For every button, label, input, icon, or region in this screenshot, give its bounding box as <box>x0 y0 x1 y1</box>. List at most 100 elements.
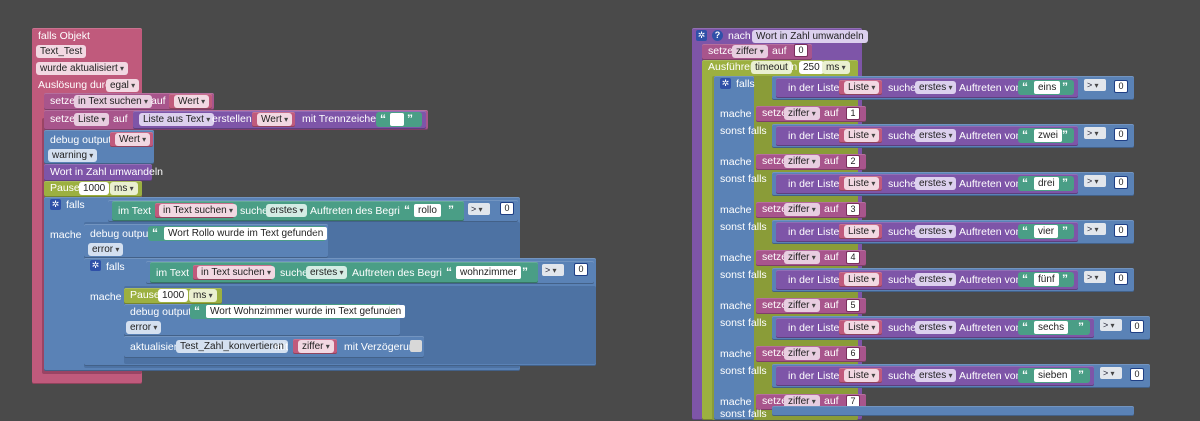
ziffer-number-value[interactable]: 2 <box>846 155 860 168</box>
ziffer-number-value[interactable]: 5 <box>846 299 860 312</box>
erstes-dropdown-r[interactable]: erstes <box>915 81 957 94</box>
msg1-string-block[interactable]: “ Wort Rollo wurde im Text gefunden ” <box>148 226 328 241</box>
word-string-block[interactable]: “ drei ” <box>1018 176 1074 191</box>
separator-string-block[interactable]: “ ” <box>376 112 422 127</box>
compare-op-dropdown-r[interactable]: > <box>1084 127 1106 139</box>
wert-dropdown[interactable]: Wert <box>174 95 210 108</box>
gear-icon[interactable]: ✲ <box>720 78 731 89</box>
erstes-dropdown-r[interactable]: erstes <box>915 273 957 286</box>
term1-value[interactable]: rollo <box>414 204 441 217</box>
target-state-field[interactable]: Test_Zahl_konvertieren <box>176 340 288 353</box>
compare-op-dropdown-r[interactable]: > <box>1084 223 1106 235</box>
timeout-unit-dropdown[interactable]: ms <box>822 61 850 74</box>
word-string-block[interactable]: “ sechs ” <box>1018 320 1090 335</box>
ziffer-number-value[interactable]: 3 <box>846 203 860 216</box>
compare-op-dropdown-r[interactable]: > <box>1100 319 1122 331</box>
word-string-block[interactable]: “ zwei ” <box>1018 128 1074 143</box>
ziffer-dropdown-r[interactable]: ziffer <box>784 155 820 168</box>
liste-dropdown[interactable]: Liste <box>844 369 880 382</box>
erstes-dropdown-r[interactable]: erstes <box>915 369 957 382</box>
var-liste-dropdown[interactable]: Liste <box>74 113 110 126</box>
ziffer-dropdown-r[interactable]: ziffer <box>784 299 820 312</box>
gear-icon[interactable]: ✲ <box>50 199 61 210</box>
function-name-field[interactable]: Wort in Zahl umwandeln <box>752 30 868 43</box>
ziffer-number-value[interactable]: 4 <box>846 251 860 264</box>
term2-value[interactable]: wohnzimmer <box>456 266 521 279</box>
level-warning-dropdown[interactable]: warning <box>48 149 98 162</box>
compare-value-0-r[interactable]: 0 <box>1114 80 1128 93</box>
ziffer-dropdown-r[interactable]: ziffer <box>784 107 820 120</box>
compare-op-dropdown-r[interactable]: > <box>1100 367 1122 379</box>
ziffer-dropdown-r[interactable]: ziffer <box>784 203 820 216</box>
object-id-field[interactable]: Text_Test <box>36 45 87 58</box>
compare-value-0[interactable]: 0 <box>500 202 514 215</box>
ziffer-dropdown-init[interactable]: ziffer <box>732 45 768 58</box>
timeout-name-field[interactable]: timeout <box>751 61 792 74</box>
ziffer-dropdown-r[interactable]: ziffer <box>784 251 820 264</box>
gear-icon[interactable]: ✲ <box>696 30 707 41</box>
pause-value-field-2[interactable]: 1000 <box>158 289 189 302</box>
timeout-value-field[interactable]: 250 <box>799 61 824 74</box>
gear-icon[interactable]: ✲ <box>90 260 101 271</box>
compare-value-0-r[interactable]: 0 <box>1130 368 1144 381</box>
init-value[interactable]: 0 <box>794 44 808 57</box>
var-in-text-dropdown-2[interactable]: in Text suchen <box>159 204 237 217</box>
ziffer-dropdown-r[interactable]: ziffer <box>784 347 820 360</box>
word-value[interactable]: drei <box>1034 177 1059 190</box>
compare-op-dropdown-r[interactable]: > <box>1084 175 1106 187</box>
term1-string-block[interactable]: “ rollo ” <box>400 203 462 218</box>
term2-string-block[interactable]: “ wohnzimmer ” <box>442 265 536 280</box>
liste-dropdown[interactable]: Liste <box>844 81 880 94</box>
msg1-value[interactable]: Wort Rollo wurde im Text gefunden <box>164 227 328 240</box>
ziffer-number-value[interactable]: 6 <box>846 347 860 360</box>
liste-dropdown[interactable]: Liste <box>844 225 880 238</box>
erstes-dropdown-r[interactable]: erstes <box>915 321 957 334</box>
word-string-block[interactable]: “ vier ” <box>1018 224 1074 239</box>
compare-value-0-2[interactable]: 0 <box>574 263 588 276</box>
compare-value-0-r[interactable]: 0 <box>1114 272 1128 285</box>
compare-op-dropdown-2[interactable]: > <box>542 264 564 276</box>
ziffer-dropdown[interactable]: ziffer <box>298 340 334 353</box>
liste-dropdown[interactable]: Liste <box>844 177 880 190</box>
erstes-dropdown-r[interactable]: erstes <box>915 225 957 238</box>
msg2-string-block[interactable]: “ Wort Wohnzimmer wurde im Text gefunden… <box>190 304 406 319</box>
liste-dropdown[interactable]: Liste <box>844 129 880 142</box>
checkbox-icon[interactable] <box>410 340 422 352</box>
var-in-text-dropdown-3[interactable]: in Text suchen <box>197 266 275 279</box>
pause-unit-dropdown[interactable]: ms <box>110 182 138 195</box>
liste-aus-text-dropdown[interactable]: Liste aus Text <box>139 113 215 126</box>
compare-op-dropdown[interactable]: > <box>468 203 490 215</box>
word-string-block[interactable]: “ eins ” <box>1018 80 1074 95</box>
wert-dropdown-3[interactable]: Wert <box>115 133 151 146</box>
pause-value-field[interactable]: 1000 <box>79 182 110 195</box>
wert-dropdown-2[interactable]: Wert <box>257 113 293 126</box>
word-value[interactable]: fünf <box>1034 273 1059 286</box>
trigger-dropdown[interactable]: egal <box>106 79 140 92</box>
help-icon[interactable]: ? <box>712 30 723 41</box>
compare-value-0-r[interactable]: 0 <box>1130 320 1144 333</box>
condition-dropdown[interactable]: wurde aktualisiert <box>36 62 129 75</box>
word-string-block[interactable]: “ sieben ” <box>1018 368 1090 383</box>
ziffer-number-value[interactable]: 1 <box>846 107 860 120</box>
erstes-dropdown-2[interactable]: erstes <box>306 266 348 279</box>
separator-value[interactable] <box>390 113 404 126</box>
erstes-dropdown-r[interactable]: erstes <box>915 129 957 142</box>
word-value[interactable]: sieben <box>1034 369 1072 382</box>
level-error-dropdown[interactable]: error <box>88 243 124 256</box>
erstes-dropdown-r[interactable]: erstes <box>915 177 957 190</box>
compare-value-0-r[interactable]: 0 <box>1114 176 1128 189</box>
word-string-block[interactable]: “ fünf ” <box>1018 272 1074 287</box>
word-value[interactable]: eins <box>1034 81 1061 94</box>
liste-dropdown[interactable]: Liste <box>844 273 880 286</box>
level-error-dropdown-2[interactable]: error <box>126 321 162 334</box>
compare-block-partial[interactable] <box>772 406 1134 416</box>
var-in-text-dropdown[interactable]: in Text suchen <box>74 95 152 108</box>
word-value[interactable]: zwei <box>1034 129 1063 142</box>
erstes-dropdown[interactable]: erstes <box>266 204 308 217</box>
compare-op-dropdown-r[interactable]: > <box>1084 79 1106 91</box>
compare-value-0-r[interactable]: 0 <box>1114 224 1128 237</box>
word-value[interactable]: vier <box>1034 225 1059 238</box>
liste-dropdown[interactable]: Liste <box>844 321 880 334</box>
word-value[interactable]: sechs <box>1034 321 1069 334</box>
msg2-value[interactable]: Wort Wohnzimmer wurde im Text gefunden <box>206 305 406 318</box>
